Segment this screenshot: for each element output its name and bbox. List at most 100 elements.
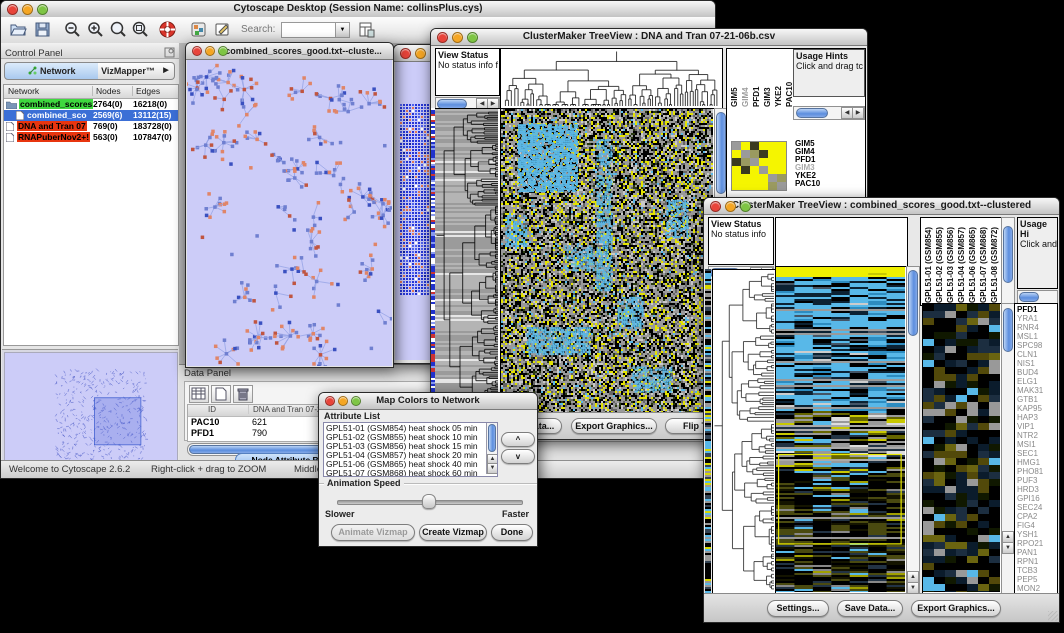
- annotation-icon[interactable]: [213, 20, 232, 39]
- tab-network[interactable]: Network: [4, 62, 100, 80]
- gene-label[interactable]: HRD3: [1015, 485, 1043, 494]
- treeview2-zoom-vscrollbar[interactable]: ▲ ▼: [1001, 303, 1015, 595]
- table-view-icon[interactable]: [189, 385, 209, 403]
- gene-label[interactable]: PAN1: [1015, 548, 1043, 557]
- gene-label[interactable]: NIS1: [1015, 359, 1043, 368]
- treeview1-usage-hscrollbar[interactable]: ◀ ▶: [793, 106, 865, 120]
- minimize-button[interactable]: [725, 201, 736, 212]
- dialog-titlebar[interactable]: Map Colors to Network: [319, 393, 537, 410]
- gene-label[interactable]: YRA1: [1015, 314, 1043, 323]
- gene-label[interactable]: RNR4: [1015, 323, 1043, 332]
- zoom-in-icon[interactable]: [86, 20, 105, 39]
- save-data-button[interactable]: Save Data...: [837, 600, 903, 617]
- close-button[interactable]: [437, 32, 448, 43]
- search-input[interactable]: [281, 22, 339, 38]
- delete-attribute-trash-icon[interactable]: [233, 385, 253, 403]
- gene-label[interactable]: FIG4: [1015, 521, 1043, 530]
- gene-label[interactable]: CLN1: [1015, 350, 1043, 359]
- col-header-edges[interactable]: Edges: [132, 86, 160, 96]
- treeview1-column-dendrogram-pane[interactable]: [500, 48, 723, 109]
- treeview2-titlebar[interactable]: ClusterMaker TreeView : combined_scores_…: [704, 198, 1059, 215]
- open-file-icon[interactable]: [9, 20, 28, 39]
- animation-slider-thumb[interactable]: [422, 494, 436, 509]
- gene-label[interactable]: HMG1: [1015, 458, 1043, 467]
- listbox-vscrollbar[interactable]: ▲ ▼: [486, 423, 497, 474]
- gene-label[interactable]: TCB3: [1015, 566, 1043, 575]
- gene-label[interactable]: BUD4: [1015, 368, 1043, 377]
- float-panel-icon[interactable]: [164, 45, 175, 63]
- close-button[interactable]: [325, 396, 335, 406]
- network-view[interactable]: [187, 60, 392, 366]
- animate-vizmap-button[interactable]: Animate Vizmap: [331, 524, 415, 541]
- move-up-button[interactable]: ^: [501, 432, 535, 447]
- new-attribute-icon[interactable]: [211, 385, 231, 403]
- scroll-down-icon[interactable]: ▼: [1002, 542, 1014, 554]
- treeview2-row-dendrogram-pane[interactable]: [712, 269, 777, 595]
- similarity-matrix[interactable]: [731, 141, 787, 191]
- gene-label[interactable]: GPI16: [1015, 494, 1043, 503]
- minimize-button[interactable]: [205, 46, 215, 56]
- network-a-titlebar[interactable]: combined_scores_good.txt--cluste...: [186, 43, 393, 60]
- gene-label[interactable]: SEC1: [1015, 449, 1043, 458]
- gene-label[interactable]: HAP3: [1015, 413, 1043, 422]
- column-label[interactable]: GPL51-01 (GSM854): [924, 220, 935, 303]
- treeview1-heatmap-pane[interactable]: [500, 108, 716, 415]
- gene-label[interactable]: PEP5: [1015, 575, 1043, 584]
- column-label[interactable]: GPL51-02 (GSM855): [935, 220, 946, 303]
- zoom-button[interactable]: [218, 46, 228, 56]
- column-label[interactable]: GPL51-07 (GSM868): [979, 220, 990, 303]
- gene-label[interactable]: GTB1: [1015, 395, 1043, 404]
- gene-label[interactable]: NTR2: [1015, 431, 1043, 440]
- gene-label[interactable]: KAP95: [1015, 404, 1043, 413]
- treeview1-row-dendrogram-pane[interactable]: [435, 108, 501, 415]
- treeview2-heatmap-vscrollbar[interactable]: ▲ ▼: [906, 266, 920, 595]
- attribute-browser-icon[interactable]: [357, 20, 376, 39]
- search-dropdown-button[interactable]: ▼: [335, 22, 350, 38]
- zoom-selected-icon[interactable]: [131, 20, 150, 39]
- main-titlebar[interactable]: Cytoscape Desktop (Session Name: collins…: [1, 1, 715, 18]
- tab-vizmapper[interactable]: VizMapper™: [98, 62, 159, 80]
- zoom-button[interactable]: [467, 32, 478, 43]
- column-label[interactable]: GIM4: [741, 51, 752, 107]
- id-column-header[interactable]: ID: [208, 405, 216, 414]
- gene-label[interactable]: PUF3: [1015, 476, 1043, 485]
- column-label[interactable]: YKE2: [774, 51, 785, 107]
- birdseye-panel[interactable]: [2, 349, 178, 466]
- column-label[interactable]: GPL51-06 (GSM865): [968, 220, 979, 303]
- column-label[interactable]: GPL51-08 (GSM872): [990, 220, 1001, 303]
- gene-label[interactable]: MAK31: [1015, 386, 1043, 395]
- export-graphics-button[interactable]: Export Graphics...: [911, 600, 1001, 617]
- gene-label[interactable]: PHO81: [1015, 467, 1043, 476]
- gene-label[interactable]: RPN1: [1015, 557, 1043, 566]
- zoom-out-icon[interactable]: [63, 20, 82, 39]
- gene-label[interactable]: ELG1: [1015, 377, 1043, 386]
- attribute-listbox[interactable]: GPL51-01 (GSM854) heat shock 05 minGPL51…: [323, 422, 498, 477]
- save-icon[interactable]: [33, 20, 52, 39]
- column-label[interactable]: GIM5: [730, 51, 741, 107]
- vizmapper-icon[interactable]: [189, 20, 208, 39]
- column-label[interactable]: GIM3: [763, 51, 774, 107]
- col-header-nodes[interactable]: Nodes: [92, 86, 121, 96]
- treeview2-labels-vscrollbar[interactable]: [1001, 217, 1015, 306]
- gene-label[interactable]: CPA2: [1015, 512, 1043, 521]
- minimize-button[interactable]: [22, 4, 33, 15]
- move-down-button[interactable]: v: [501, 449, 535, 464]
- scroll-right-icon[interactable]: ▶: [852, 107, 864, 119]
- treeview2-zoom-pane[interactable]: [922, 303, 1003, 595]
- settings-button[interactable]: Settings...: [767, 600, 829, 617]
- matrix-row-label[interactable]: PAC10: [795, 180, 820, 188]
- create-vizmap-button[interactable]: Create Vizmap: [419, 524, 487, 541]
- zoom-fit-icon[interactable]: [109, 20, 128, 39]
- tabs-overflow-button[interactable]: ▶: [158, 62, 175, 80]
- resize-grip[interactable]: [1048, 611, 1058, 621]
- gene-label[interactable]: MSI1: [1015, 440, 1043, 449]
- minimize-button[interactable]: [338, 396, 348, 406]
- treeview2-heatmap-pane[interactable]: [775, 266, 908, 595]
- column-label[interactable]: GPL51-04 (GSM857): [957, 220, 968, 303]
- column-label[interactable]: PFD1: [752, 51, 763, 107]
- help-lifering-icon[interactable]: [158, 20, 177, 39]
- gene-label[interactable]: YSH1: [1015, 530, 1043, 539]
- col-header-network[interactable]: Network: [8, 86, 39, 96]
- network-row-rnapuber[interactable]: RNAPuberNov2+! 563(0) 107847(0): [4, 132, 178, 143]
- done-button[interactable]: Done: [491, 524, 533, 541]
